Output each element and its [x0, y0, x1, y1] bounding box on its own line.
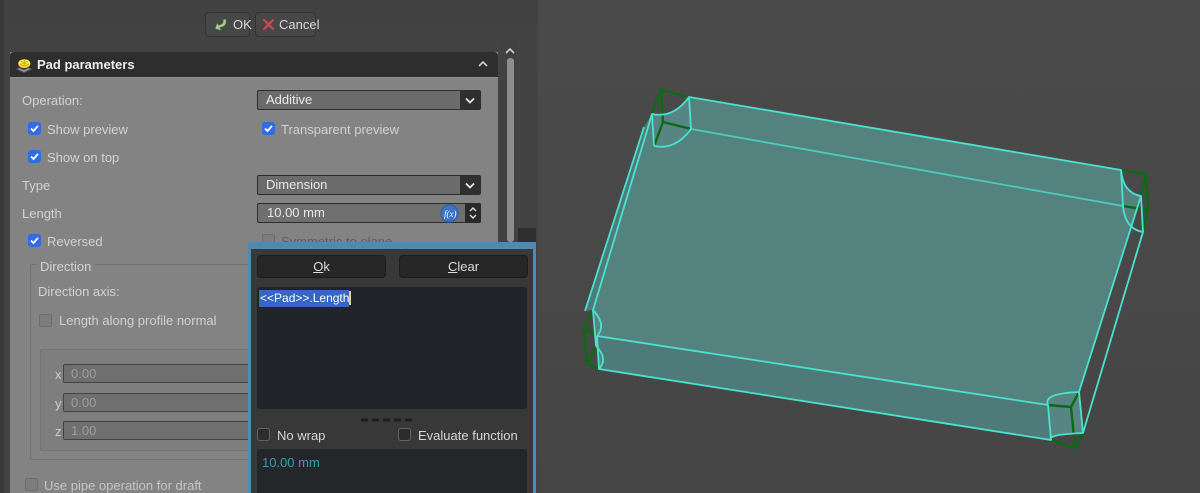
svg-text:f(x): f(x) [444, 209, 457, 219]
